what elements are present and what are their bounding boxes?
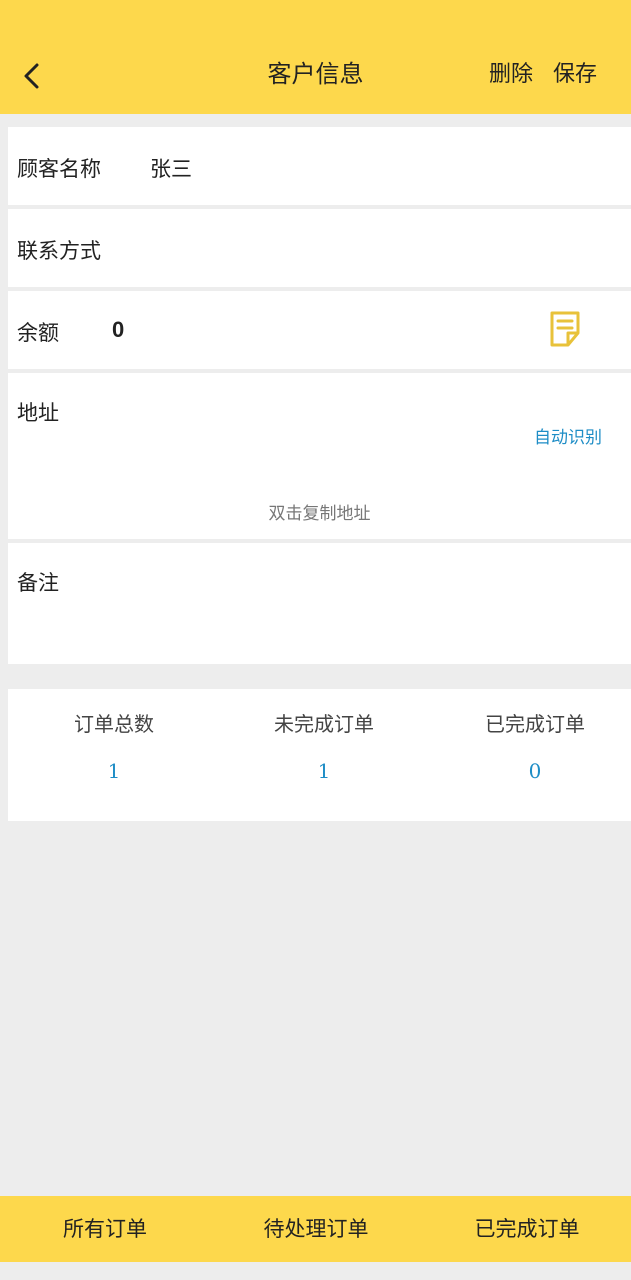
contact-label: 联系方式 bbox=[17, 239, 101, 263]
stat-pending-orders[interactable]: 未完成订单 1 bbox=[224, 709, 424, 783]
stat-total-orders[interactable]: 订单总数 1 bbox=[14, 709, 214, 783]
app-header: 客户信息 删除 保存 bbox=[0, 0, 631, 114]
tab-completed-orders[interactable]: 已完成订单 bbox=[437, 1196, 617, 1262]
tab-pending-orders[interactable]: 待处理订单 bbox=[226, 1196, 406, 1262]
auto-detect-link[interactable]: 自动识别 bbox=[534, 423, 602, 448]
customer-name-label: 顾客名称 bbox=[17, 157, 101, 181]
bottom-tab-bar: 所有订单 待处理订单 已完成订单 bbox=[0, 1196, 631, 1262]
stat-completed-orders[interactable]: 已完成订单 0 bbox=[435, 709, 631, 783]
customer-info-page: 客户信息 删除 保存 顾客名称 张三 联系方式 余额 0 地址 自动识别 双击复… bbox=[0, 0, 631, 1280]
contact-row: 联系方式 bbox=[8, 209, 631, 287]
note-edit-icon[interactable] bbox=[546, 309, 586, 349]
page-title: 客户信息 bbox=[267, 60, 364, 88]
copy-address-hint[interactable]: 双击复制地址 bbox=[8, 499, 631, 524]
balance-label: 余额 bbox=[17, 321, 59, 345]
customer-name-row[interactable]: 顾客名称 张三 bbox=[8, 127, 631, 205]
customer-name-value[interactable]: 张三 bbox=[150, 153, 192, 183]
stat-value: 0 bbox=[528, 759, 542, 783]
delete-button[interactable]: 删除 bbox=[489, 58, 533, 92]
note-label: 备注 bbox=[17, 571, 59, 595]
tab-all-orders[interactable]: 所有订单 bbox=[15, 1196, 195, 1262]
stat-label: 订单总数 bbox=[74, 712, 154, 736]
stat-value: 1 bbox=[317, 759, 331, 783]
note-row[interactable]: 备注 bbox=[8, 543, 631, 664]
save-button[interactable]: 保存 bbox=[553, 58, 597, 92]
address-row: 地址 自动识别 双击复制地址 bbox=[8, 373, 631, 539]
stat-label: 已完成订单 bbox=[485, 712, 585, 736]
balance-value: 0 bbox=[112, 317, 125, 342]
address-label: 地址 bbox=[17, 401, 59, 425]
balance-row: 余额 0 bbox=[8, 291, 631, 369]
contact-input[interactable] bbox=[128, 229, 608, 269]
stat-label: 未完成订单 bbox=[274, 712, 374, 736]
stat-value: 1 bbox=[107, 759, 121, 783]
order-stats-card: 订单总数 1 未完成订单 1 已完成订单 0 bbox=[8, 689, 631, 821]
